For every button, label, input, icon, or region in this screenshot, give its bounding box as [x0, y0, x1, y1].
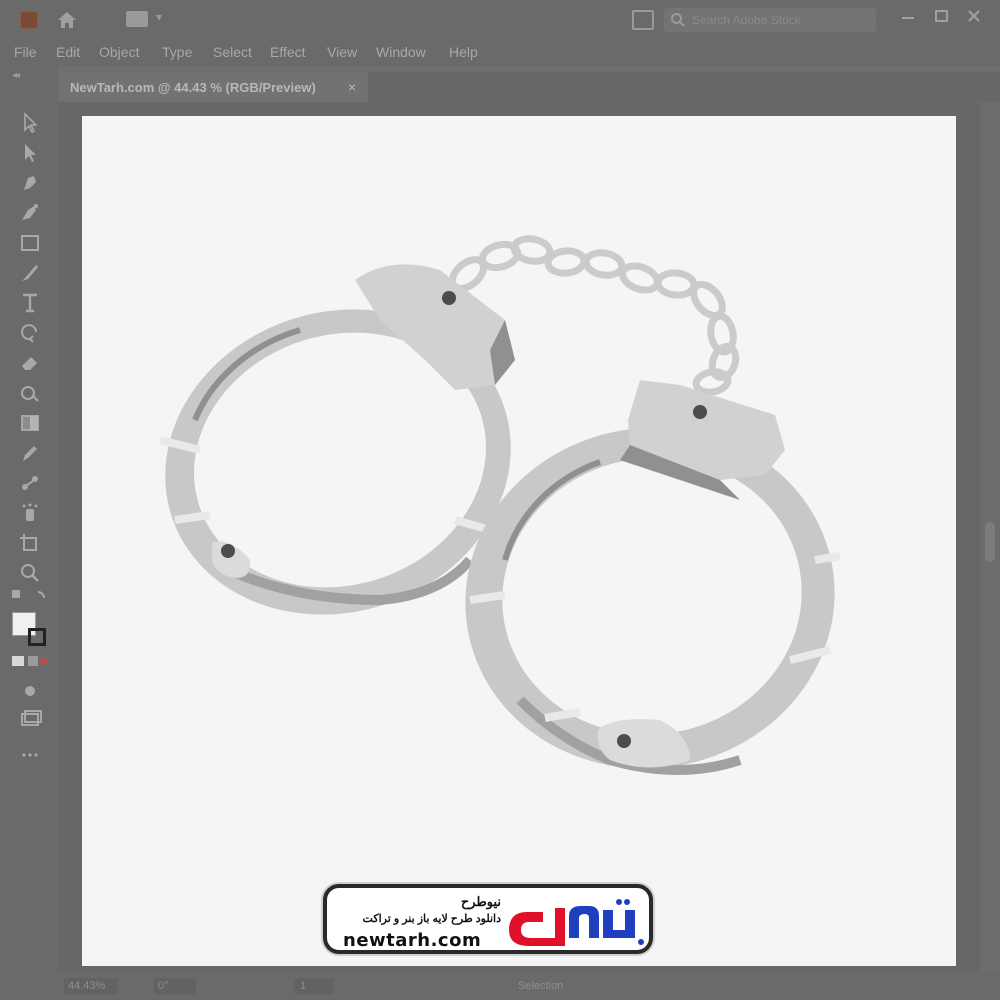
left-cuff-rivet — [442, 291, 456, 305]
menu-edit[interactable]: Edit — [56, 44, 80, 60]
collapse-panel-icon[interactable]: ◂◂ — [12, 70, 20, 81]
restore-icon[interactable] — [932, 6, 952, 26]
document-tab-bar: NewTarh.com @ 44.43 % (RGB/Preview) × — [58, 72, 1000, 102]
home-icon[interactable] — [55, 8, 79, 32]
chevron-down-icon[interactable]: ▾ — [156, 10, 162, 24]
shape-builder-tool-icon[interactable] — [16, 380, 44, 406]
search-icon — [671, 13, 685, 27]
menu-view[interactable]: View — [327, 44, 357, 60]
paintbrush-tool-icon[interactable] — [16, 260, 44, 286]
curvature-tool-icon[interactable] — [16, 200, 44, 226]
search-placeholder: Search Adobe Stock — [692, 13, 801, 27]
swap-colors-icon[interactable] — [10, 586, 50, 606]
zoom-tool-icon[interactable] — [16, 560, 44, 586]
newtarh-logo — [509, 899, 644, 946]
tools-panel: ◂◂ — [0, 66, 58, 1000]
workspace-switcher-icon[interactable] — [126, 11, 148, 27]
menu-effect[interactable]: Effect — [270, 44, 306, 60]
chain-link — [619, 262, 661, 294]
menu-help[interactable]: Help — [449, 44, 478, 60]
document-tab[interactable]: NewTarh.com @ 44.43 % (RGB/Preview) × — [58, 72, 368, 102]
arrange-documents-icon[interactable] — [632, 10, 654, 30]
rotation-value: 0° — [158, 980, 169, 992]
application-bar: ▾ Search Adobe Stock — [0, 0, 1000, 40]
handcuffs-illustration[interactable] — [82, 116, 956, 966]
menu-type[interactable]: Type — [162, 44, 192, 60]
watermark-url: newtarh.com — [343, 930, 482, 951]
eraser-tool-icon[interactable] — [16, 350, 44, 376]
menu-bar: File Edit Object Type Select Effect View… — [0, 40, 1000, 66]
symbol-sprayer-tool-icon[interactable] — [16, 500, 44, 526]
chain-link — [654, 269, 698, 299]
menu-object[interactable]: Object — [99, 44, 139, 60]
current-tool-label: Selection — [518, 980, 564, 992]
direct-selection-tool-icon[interactable] — [16, 140, 44, 166]
zoom-field[interactable]: 44.43% — [64, 978, 118, 994]
artboard[interactable] — [82, 116, 956, 966]
pen-tool-icon[interactable] — [16, 170, 44, 196]
gradient-tool-icon[interactable] — [16, 410, 44, 436]
artboard-tool-icon[interactable] — [16, 530, 44, 556]
status-bar: 44.43% 0° 1 Selection — [58, 972, 1000, 1000]
zoom-value: 44.43% — [68, 980, 106, 992]
left-cuff-hinge-rivet — [221, 544, 235, 558]
blend-tool-icon[interactable] — [16, 470, 44, 496]
chain-link — [582, 249, 626, 279]
chain-link — [544, 247, 588, 277]
menu-file[interactable]: File — [14, 44, 37, 60]
rectangle-tool-icon[interactable] — [16, 230, 44, 256]
screen-mode-icon[interactable] — [16, 706, 44, 732]
eyedropper-tool-icon[interactable] — [16, 440, 44, 466]
artboard-navigator[interactable]: 1 — [294, 978, 334, 994]
right-cuff-hinge-rivet — [617, 734, 631, 748]
more-tools-icon[interactable] — [16, 742, 44, 768]
document-tab-label: NewTarh.com @ 44.43 % (RGB/Preview) — [70, 80, 316, 95]
chain-link — [692, 368, 732, 396]
minimize-icon[interactable] — [898, 6, 918, 26]
drawing-mode-icon[interactable] — [16, 678, 44, 704]
stroke-color-swatch[interactable] — [28, 628, 46, 646]
close-icon[interactable] — [964, 6, 984, 26]
artboard-number: 1 — [300, 980, 307, 992]
rotate-tool-icon[interactable] — [16, 320, 44, 346]
scrollbar-thumb[interactable] — [985, 522, 995, 562]
watermark-tagline: دانلود طرح لایه باز بنر و تراکت — [362, 913, 501, 925]
illustrator-logo-icon — [20, 11, 38, 29]
rotation-field[interactable]: 0° — [154, 978, 196, 994]
selection-tool-icon[interactable] — [16, 110, 44, 136]
right-cuff-rivet — [693, 405, 707, 419]
watermark-brand: نیوطرح — [460, 894, 501, 909]
vertical-scrollbar[interactable] — [980, 102, 1000, 972]
canvas-area[interactable] — [58, 102, 980, 972]
menu-window[interactable]: Window — [376, 44, 426, 60]
menu-select[interactable]: Select — [213, 44, 252, 60]
newtarh-watermark: نیوطرح دانلود طرح لایه باز بنر و تراکت n… — [323, 884, 653, 954]
color-mode-icon[interactable] — [10, 652, 50, 670]
type-tool-icon[interactable] — [16, 290, 44, 316]
search-input[interactable]: Search Adobe Stock — [664, 8, 876, 32]
close-tab-icon[interactable]: × — [348, 79, 356, 95]
